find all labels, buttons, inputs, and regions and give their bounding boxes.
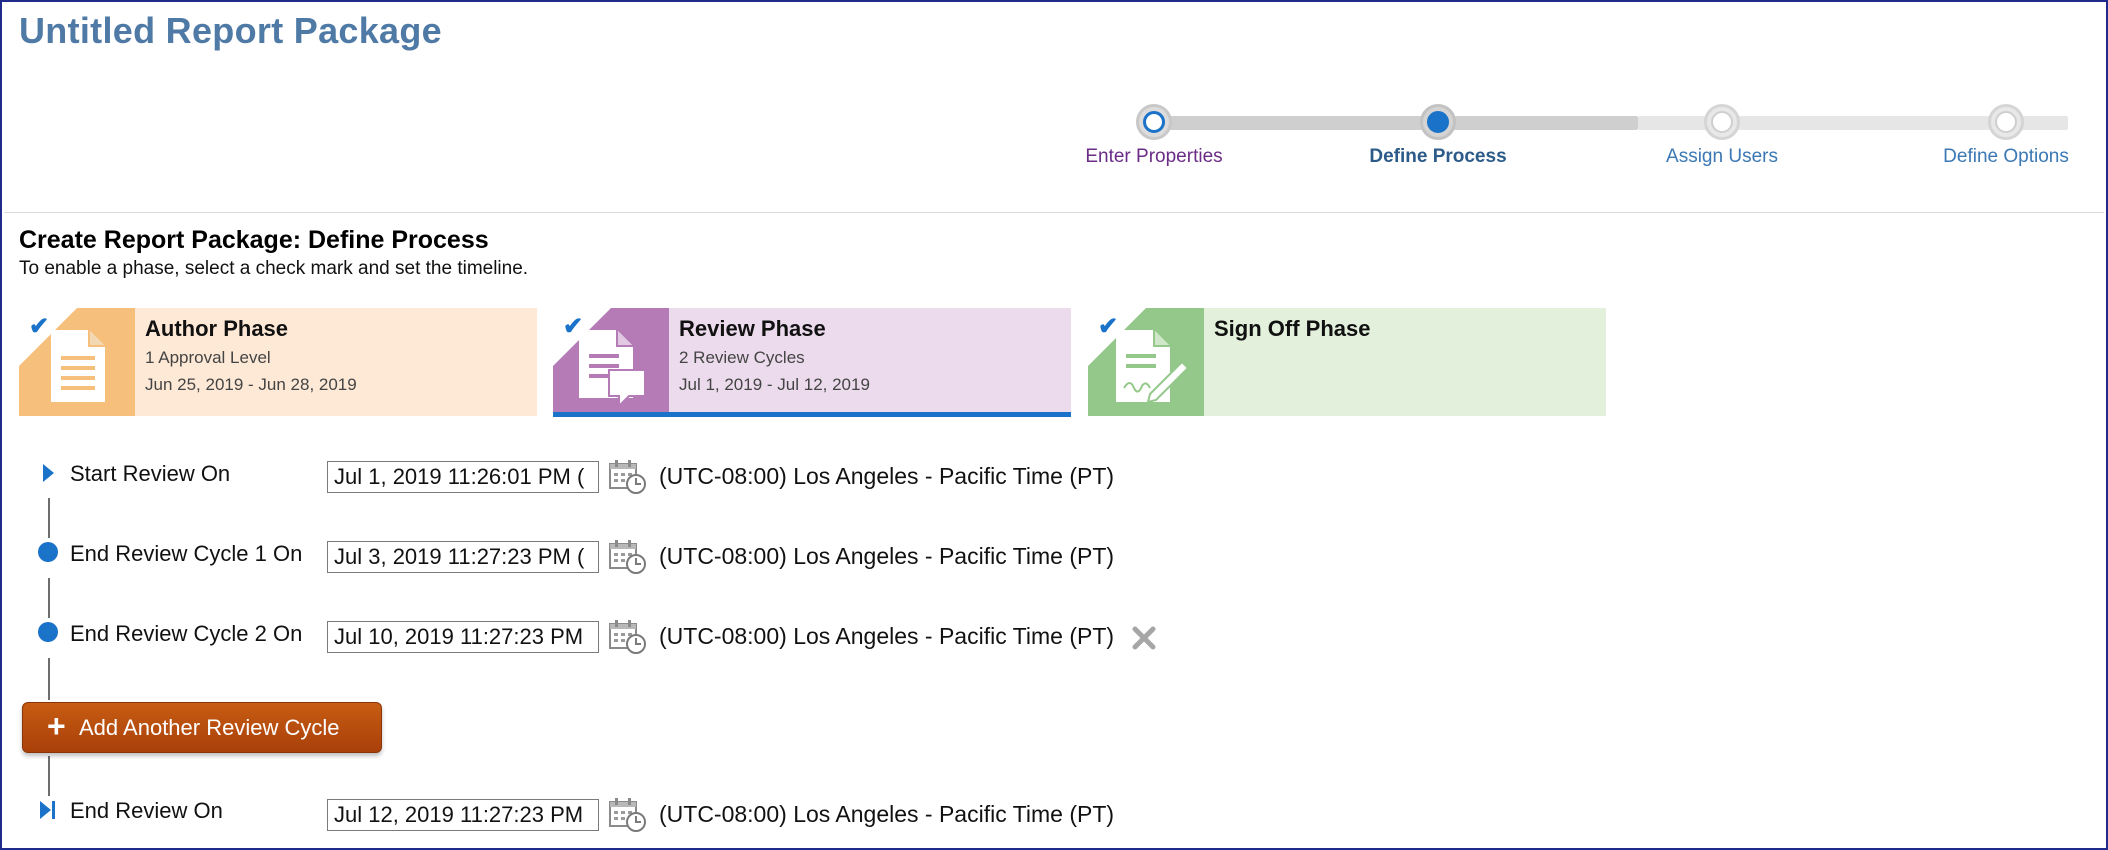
calendar-clock-icon[interactable]	[608, 619, 648, 655]
train-stop-dot	[1427, 111, 1449, 133]
author-phase-icon-box: ✔	[19, 308, 135, 416]
train-stop-enter-properties[interactable]	[1132, 100, 1176, 144]
end-review-timezone: (UTC-08:00) Los Angeles - Pacific Time (…	[659, 801, 1115, 827]
checkmark-icon[interactable]: ✔	[1098, 312, 1118, 341]
wizard-train: Enter Properties Define Process Assign U…	[1062, 100, 2102, 170]
timeline-connector	[48, 578, 50, 618]
phase-subtitle: 2 Review Cycles	[679, 348, 805, 367]
train-stop-define-options[interactable]	[1984, 100, 2028, 144]
train-label-assign-users[interactable]: Assign Users	[1666, 146, 1778, 168]
phase-dates: Jul 1, 2019 - Jul 12, 2019	[679, 375, 870, 394]
review-phase-card[interactable]: ✔ Review Phase 2 Review Cycles Jul 1, 20…	[553, 308, 1071, 417]
end-review-cycle-1-timezone: (UTC-08:00) Los Angeles - Pacific Time (…	[659, 543, 1115, 569]
remove-x-icon[interactable]	[1130, 624, 1158, 652]
page-title: Untitled Report Package	[19, 10, 442, 51]
train-stop-define-process[interactable]	[1416, 100, 1460, 144]
train-stop-dot	[1995, 111, 2017, 133]
timeline-connector	[48, 756, 50, 796]
sign-off-phase-icon-box: ✔	[1088, 308, 1204, 416]
timeline-connector	[48, 658, 50, 700]
timeline-end-bar	[52, 801, 55, 819]
instructions-text: To enable a phase, select a check mark a…	[19, 258, 529, 279]
header-divider	[4, 212, 2104, 213]
end-review-cycle-2-date-input[interactable]: Jul 10, 2019 11:27:23 PM	[327, 621, 599, 653]
start-review-timezone: (UTC-08:00) Los Angeles - Pacific Time (…	[659, 463, 1115, 489]
plus-icon: +	[47, 708, 66, 744]
review-phase-icon-box: ✔	[553, 308, 669, 416]
end-review-cycle-1-label: End Review Cycle 1 On	[70, 541, 303, 566]
sign-off-phase-card[interactable]: ✔ Sign Off Phase	[1088, 308, 1606, 416]
end-review-date-input[interactable]: Jul 12, 2019 11:27:23 PM	[327, 799, 599, 831]
add-review-cycle-label: Add Another Review Cycle	[79, 715, 340, 740]
calendar-clock-icon[interactable]	[608, 797, 648, 833]
start-review-date-input[interactable]: Jul 1, 2019 11:26:01 PM (	[327, 461, 599, 493]
train-track-completed	[1154, 116, 1638, 130]
timeline-start-marker	[43, 464, 54, 482]
add-review-cycle-button[interactable]: + Add Another Review Cycle	[22, 702, 382, 753]
end-review-cycle-2-label: End Review Cycle 2 On	[70, 621, 303, 646]
train-stop-dot	[1711, 111, 1733, 133]
phase-subtitle: 1 Approval Level	[145, 348, 271, 367]
author-phase-card[interactable]: ✔ Author Phase 1 Approval Level Jun 25, …	[19, 308, 537, 416]
calendar-clock-icon[interactable]	[608, 539, 648, 575]
end-review-cycle-1-date-input[interactable]: Jul 3, 2019 11:27:23 PM (	[327, 541, 599, 573]
phase-dates: Jun 25, 2019 - Jun 28, 2019	[145, 375, 357, 394]
timeline-connector	[48, 498, 50, 538]
calendar-clock-icon[interactable]	[608, 459, 648, 495]
train-label-enter-properties[interactable]: Enter Properties	[1085, 146, 1222, 168]
phase-title: Review Phase	[679, 316, 826, 341]
selected-phase-indicator	[553, 412, 1071, 417]
timeline-cycle-marker	[38, 542, 58, 562]
train-stop-dot	[1143, 111, 1165, 133]
report-package-window: Untitled Report Package Enter Properties…	[0, 0, 2108, 850]
timeline-cycle-marker	[38, 622, 58, 642]
checkmark-icon[interactable]: ✔	[563, 312, 583, 341]
timeline-end-marker	[40, 801, 51, 819]
checkmark-icon[interactable]: ✔	[29, 312, 49, 341]
train-label-define-options[interactable]: Define Options	[1943, 146, 2069, 168]
end-review-label: End Review On	[70, 798, 223, 823]
phase-title: Author Phase	[145, 316, 289, 341]
start-review-label: Start Review On	[70, 461, 231, 486]
train-label-define-process: Define Process	[1369, 146, 1507, 167]
end-review-cycle-2-timezone: (UTC-08:00) Los Angeles - Pacific Time (…	[659, 623, 1115, 649]
section-title: Create Report Package: Define Process	[19, 226, 489, 254]
train-stop-assign-users[interactable]	[1700, 100, 1744, 144]
phase-title: Sign Off Phase	[1214, 316, 1371, 341]
